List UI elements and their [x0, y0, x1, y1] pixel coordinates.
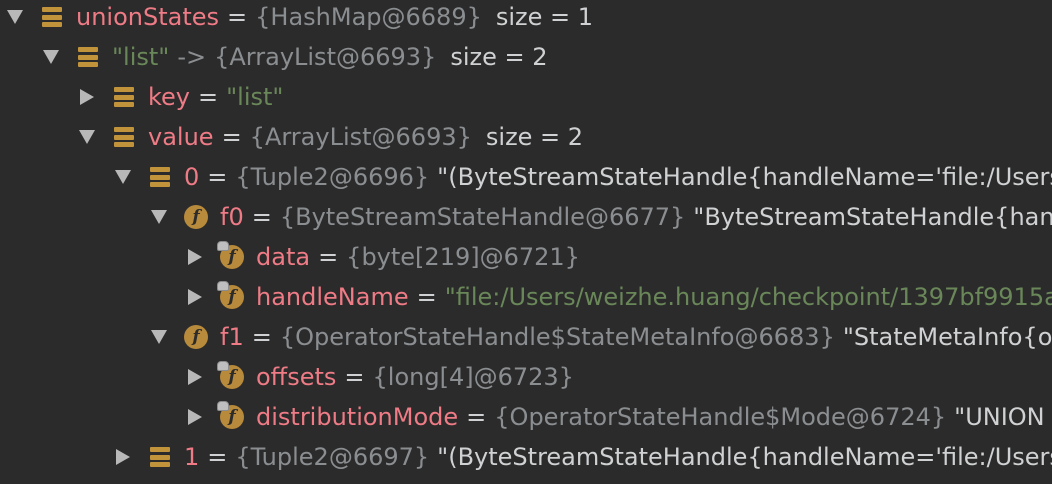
variable-name: 0	[184, 163, 200, 191]
tree-node-f1[interactable]: f f1 = {OperatorStateHandle$StateMetaInf…	[0, 317, 1052, 357]
equals-sign: =	[227, 3, 248, 31]
map-key: "list"	[112, 43, 170, 71]
tree-node-map-entry[interactable]: "list" -> {ArrayList@6693} size = 2	[0, 37, 1052, 77]
collapse-toggle-icon[interactable]	[112, 166, 134, 188]
object-reference: {byte[219]@6721}	[346, 243, 580, 271]
collapse-toggle-icon[interactable]	[40, 46, 62, 68]
object-reference: {HashMap@6689}	[255, 3, 482, 31]
tree-node-f0[interactable]: f f0 = {ByteStreamStateHandle@6677} "Byt…	[0, 197, 1052, 237]
equals-sign: =	[221, 123, 242, 151]
collapse-toggle-icon[interactable]	[148, 206, 170, 228]
equals-sign: =	[416, 283, 437, 311]
list-icon	[112, 85, 136, 109]
list-icon	[112, 125, 136, 149]
lock-icon	[217, 241, 229, 251]
object-reference: {ArrayList@6693}	[214, 43, 437, 71]
equals-sign: =	[198, 83, 219, 111]
variable-name: data	[256, 243, 311, 271]
expand-toggle-icon[interactable]	[112, 446, 134, 468]
object-reference: {ByteStreamStateHandle@6677}	[279, 203, 686, 231]
tree-node-distributionmode[interactable]: f distributionMode = {OperatorStateHandl…	[0, 397, 1052, 437]
map-arrow: ->	[177, 43, 207, 71]
equals-sign: =	[344, 363, 365, 391]
object-reference: {Tuple2@6697}	[235, 443, 430, 471]
tostring-value: "(ByteStreamStateHandle{handleName='file…	[437, 443, 1052, 471]
expand-toggle-icon[interactable]	[184, 406, 206, 428]
object-reference: {ArrayList@6693}	[249, 123, 472, 151]
tree-node-offsets[interactable]: f offsets = {long[4]@6723}	[0, 357, 1052, 397]
lock-icon	[217, 401, 229, 411]
tostring-value: "StateMetaInfo{of	[842, 323, 1052, 351]
tree-node-item-0[interactable]: 0 = {Tuple2@6696} "(ByteStreamStateHandl…	[0, 157, 1052, 197]
equals-sign: =	[207, 163, 228, 191]
string-value: "file:/Users/weizhe.huang/checkpoint/139…	[444, 283, 1052, 311]
private-field-icon: f	[217, 281, 244, 309]
equals-sign: =	[251, 203, 272, 231]
collection-size: size = 2	[485, 123, 584, 151]
variable-name: 1	[184, 443, 200, 471]
private-field-icon: f	[217, 241, 244, 269]
private-field-icon: f	[217, 361, 244, 389]
tree-node-unionstates[interactable]: unionStates = {HashMap@6689} size = 1	[0, 0, 1052, 37]
variable-name: handleName	[256, 283, 409, 311]
lock-icon	[217, 281, 229, 291]
list-icon	[40, 5, 64, 29]
variable-name: value	[148, 123, 214, 151]
expand-toggle-icon[interactable]	[184, 246, 206, 268]
expand-toggle-icon[interactable]	[184, 366, 206, 388]
equals-sign: =	[318, 243, 339, 271]
tree-node-value[interactable]: value = {ArrayList@6693} size = 2	[0, 117, 1052, 157]
variable-name: distributionMode	[256, 403, 459, 431]
list-icon	[76, 45, 100, 69]
equals-sign: =	[207, 443, 228, 471]
debugger-variables-tree: unionStates = {HashMap@6689} size = 1 "l…	[0, 0, 1052, 484]
tostring-value: "(ByteStreamStateHandle{handleName='file…	[437, 163, 1052, 191]
tostring-value: "ByteStreamStateHandle{hand	[693, 203, 1052, 231]
object-reference: {Tuple2@6696}	[235, 163, 430, 191]
list-icon	[148, 445, 172, 469]
tree-node-handlename[interactable]: f handleName = "file:/Users/weizhe.huang…	[0, 277, 1052, 317]
collapse-toggle-icon[interactable]	[4, 6, 26, 28]
field-icon: f	[184, 205, 208, 229]
variable-name: offsets	[256, 363, 337, 391]
expand-toggle-icon[interactable]	[76, 86, 98, 108]
list-icon	[148, 165, 172, 189]
collapse-toggle-icon[interactable]	[76, 126, 98, 148]
tree-node-item-1[interactable]: 1 = {Tuple2@6697} "(ByteStreamStateHandl…	[0, 437, 1052, 477]
string-value: "list"	[226, 83, 284, 111]
collection-size: size = 2	[450, 43, 548, 71]
variable-name: unionStates	[76, 3, 220, 31]
variable-name: f0	[220, 203, 244, 231]
collapse-toggle-icon[interactable]	[148, 326, 170, 348]
field-icon: f	[184, 325, 208, 349]
object-reference: {OperatorStateHandle$StateMetaInfo@6683}	[279, 323, 835, 351]
lock-icon	[217, 361, 229, 371]
expand-toggle-icon[interactable]	[184, 286, 206, 308]
tree-node-data[interactable]: f data = {byte[219]@6721}	[0, 237, 1052, 277]
private-field-icon: f	[217, 401, 244, 429]
object-reference: {OperatorStateHandle$Mode@6724}	[494, 403, 947, 431]
variable-name: f1	[220, 323, 244, 351]
variable-name: key	[148, 83, 191, 111]
tostring-value: "UNION	[954, 403, 1045, 431]
equals-sign: =	[251, 323, 272, 351]
collection-size: size = 1	[495, 3, 594, 31]
equals-sign: =	[466, 403, 487, 431]
tree-node-key[interactable]: key = "list"	[0, 77, 1052, 117]
object-reference: {long[4]@6723}	[372, 363, 574, 391]
